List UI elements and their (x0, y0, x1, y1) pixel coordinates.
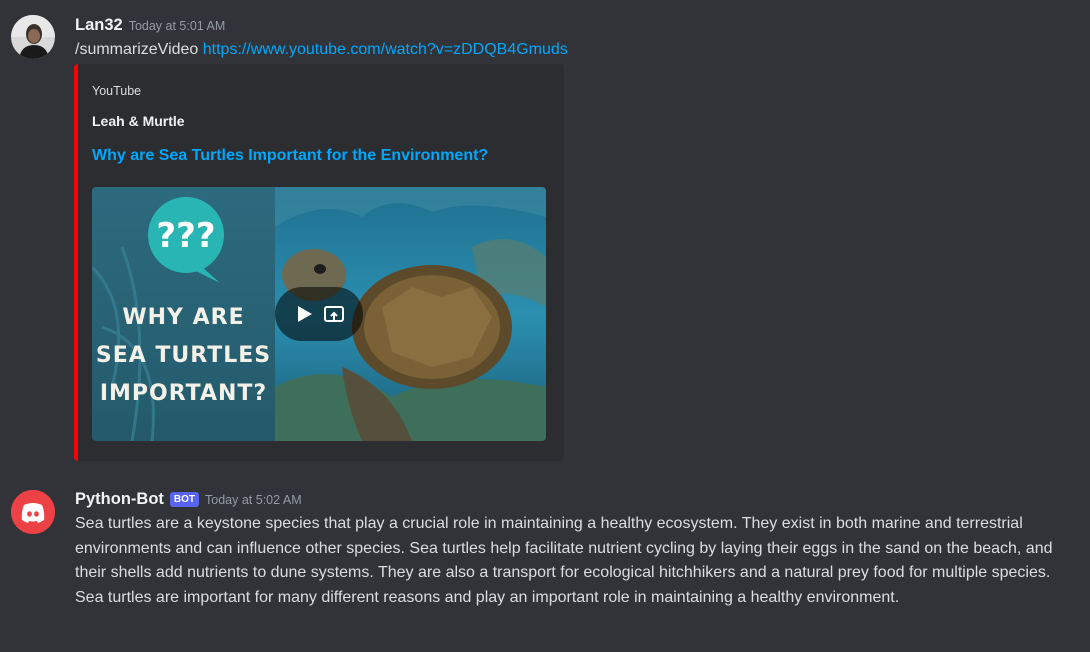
bot-message-header: Python-Bot BOT Today at 5:02 AM (75, 490, 302, 509)
picture-in-picture-icon[interactable] (324, 304, 344, 324)
play-button[interactable] (275, 287, 363, 341)
embed-author[interactable]: Leah & Murtle (92, 113, 185, 129)
message-lan32: Lan32 Today at 5:01 AM /summarizeVideo ht… (0, 0, 1090, 470)
play-icon (298, 306, 312, 322)
username[interactable]: Lan32 (75, 16, 123, 34)
thumbnail-line-3: IMPORTANT? (99, 381, 268, 406)
bot-message-text: Sea turtles are a keystone species that … (75, 515, 1053, 606)
youtube-link[interactable]: https://www.youtube.com/watch?v=zDDQB4Gm… (203, 41, 568, 58)
bot-timestamp: Today at 5:02 AM (205, 493, 302, 507)
bubble-text: ??? (156, 216, 215, 256)
command-text: /summarizeVideo (75, 41, 199, 58)
discord-logo-icon (11, 490, 55, 534)
bot-avatar[interactable] (11, 490, 55, 534)
bot-username[interactable]: Python-Bot (75, 490, 164, 508)
video-thumbnail[interactable]: ??? WHY ARE SEA TURTLES IMPORTANT? (92, 187, 546, 441)
youtube-embed: YouTube Leah & Murtle Why are Sea Turtle… (74, 64, 564, 461)
thumbnail-line-1: WHY ARE (122, 305, 245, 330)
message-content: /summarizeVideo https://www.youtube.com/… (75, 38, 568, 63)
timestamp: Today at 5:01 AM (128, 19, 226, 33)
embed-provider[interactable]: YouTube (92, 84, 141, 98)
bot-tag: BOT (169, 492, 200, 507)
message-header: Lan32 Today at 5:01 AM (75, 16, 225, 35)
thumbnail-line-2: SEA TURTLES (95, 343, 272, 368)
user-avatar[interactable] (11, 15, 55, 59)
embed-title[interactable]: Why are Sea Turtles Important for the En… (92, 147, 488, 165)
